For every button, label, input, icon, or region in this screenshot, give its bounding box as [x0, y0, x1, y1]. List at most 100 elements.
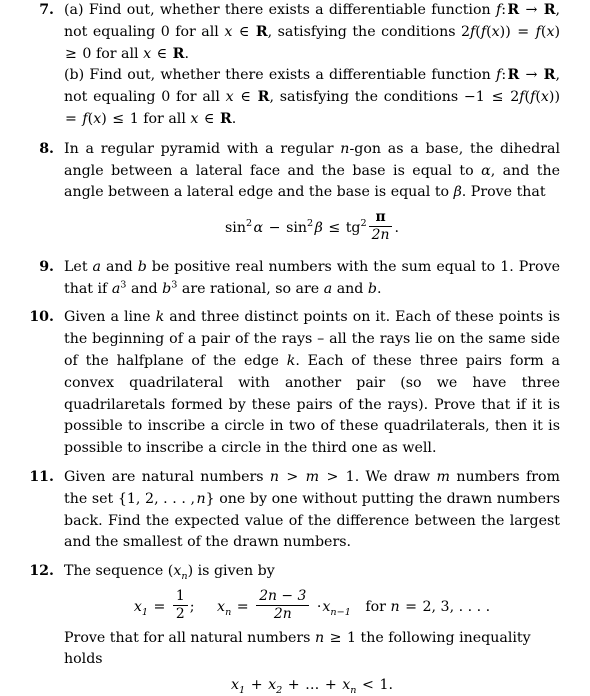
- math-n: n: [269, 468, 280, 485]
- problem-11-paragraph: Given are natural numbers n > m > 1. We …: [64, 467, 560, 554]
- math-a: a: [92, 258, 101, 275]
- math-subscript-n: n: [225, 606, 232, 618]
- math-arrow: →: [525, 67, 538, 84]
- math-a: a: [323, 280, 333, 297]
- math-subscript-n-minus-1: n−1: [330, 606, 351, 618]
- math-paren-close: ): [187, 563, 194, 580]
- problem-11-text-6: Find the expected value of the differenc…: [64, 512, 560, 551]
- math-R: R: [219, 110, 232, 127]
- problem-7a-text-4: , satisfying the conditions: [267, 23, 456, 40]
- math-x: x: [190, 110, 199, 127]
- problem-9-text-1: Let: [64, 258, 88, 275]
- problem-8-paragraph: In a regular pyramid with a regular n-go…: [64, 139, 560, 204]
- math-greater-than: >: [286, 468, 299, 485]
- math-ellipsis: , . . . ,: [154, 490, 196, 507]
- math-b: b: [162, 280, 172, 297]
- math-x: x: [225, 89, 234, 106]
- problem-12: 12. The sequence (xn) is given by x1 = 1…: [0, 561, 590, 695]
- math-semicolon: ;: [189, 598, 195, 615]
- problem-separator: [0, 554, 590, 561]
- math-colon: :: [501, 2, 506, 18]
- math-paren-close: ): [101, 110, 107, 127]
- math-sin: sin: [225, 220, 246, 237]
- math-equals: =: [517, 23, 530, 40]
- problem-separator: [0, 300, 590, 307]
- math-pi: π: [375, 209, 386, 226]
- math-less-than: <: [362, 677, 374, 694]
- part-label-a: (a): [64, 2, 84, 18]
- problem-9-text-5: and: [130, 280, 158, 297]
- problem-12-text-1: The sequence: [64, 563, 164, 580]
- math-element-of: ∈: [238, 23, 250, 40]
- math-one: 1: [347, 629, 357, 646]
- math-R: R: [255, 23, 268, 40]
- math-m: m: [436, 468, 450, 485]
- problem-9-text-2: and: [106, 258, 133, 275]
- math-fraction-recurrence: 2n − 3 2n: [256, 588, 310, 623]
- math-minus-one: −1: [463, 89, 485, 106]
- problem-9-text-4: if: [97, 280, 108, 297]
- math-equals: =: [405, 598, 417, 615]
- math-n: n: [314, 629, 325, 646]
- math-period: .: [394, 220, 399, 237]
- math-fraction-one-half: 12: [172, 587, 188, 623]
- math-x: x: [217, 598, 226, 615]
- math-x: x: [540, 89, 549, 106]
- math-subscript-2: 2: [276, 685, 283, 696]
- math-exponent-2: 2: [360, 218, 367, 230]
- math-equals: =: [236, 598, 249, 615]
- problem-8-display-equation: sin2 α − sin2 β ≤ tg2 π 2n.: [64, 209, 560, 244]
- math-R-codomain: R: [543, 2, 556, 18]
- problem-8: 8. In a regular pyramid with a regular n…: [0, 139, 590, 244]
- math-k: k: [155, 309, 165, 326]
- problem-7-body: (a) Find out, whether there exists a dif…: [64, 0, 560, 131]
- math-one: 1: [129, 110, 139, 127]
- problem-10-paragraph: Given a line k and three distinct points…: [64, 307, 560, 460]
- problem-11-text-4: set: [91, 490, 114, 507]
- problem-12-number: 12.: [29, 563, 54, 580]
- math-numerator-1: 1: [175, 587, 185, 604]
- math-alpha: α: [253, 220, 264, 237]
- math-beta: β: [314, 220, 323, 237]
- math-element-of: ∈: [240, 89, 251, 106]
- problem-9-text-7: and: [336, 280, 364, 297]
- math-plus: +: [324, 677, 337, 694]
- math-plus: +: [250, 677, 263, 694]
- problem-separator: [0, 460, 590, 467]
- problem-7b-text-2: ,: [555, 67, 560, 84]
- problem-10: 10. Given a line k and three distinct po…: [0, 307, 590, 460]
- math-x: x: [491, 23, 500, 40]
- problem-12-display-equation-1: x1 = 1 2; xn = 2n − 3 2n ·xn−1 for n = 2, …: [64, 587, 560, 623]
- problem-12-text-2: is given by: [197, 563, 275, 580]
- math-geq: ≥: [329, 629, 342, 646]
- math-x: x: [143, 45, 152, 62]
- problem-7-number: 7.: [39, 2, 54, 18]
- problem-10-number: 10.: [29, 309, 54, 326]
- math-x: x: [231, 677, 240, 694]
- math-leq: ≤: [112, 110, 125, 127]
- math-arrow: →: [525, 2, 538, 18]
- math-n: n: [390, 598, 400, 615]
- math-paren-close: ): [505, 23, 511, 40]
- math-sin: sin: [286, 220, 308, 237]
- math-plus: +: [287, 677, 300, 694]
- problem-7: 7. (a) Find out, whether there exists a …: [0, 0, 590, 131]
- math-period: .: [388, 677, 393, 694]
- math-coeff-2: 2: [461, 23, 471, 40]
- problem-7a-text-6: .: [184, 45, 189, 62]
- math-exponent-2: 2: [245, 218, 253, 230]
- math-R: R: [257, 89, 270, 106]
- problem-12-body: The sequence (xn) is given by x1 = 1 2; x…: [64, 561, 560, 695]
- math-colon: :: [501, 67, 507, 84]
- math-element-of: ∈: [203, 110, 215, 127]
- math-R-codomain: R: [543, 67, 556, 84]
- math-exponent-2: 2: [307, 218, 314, 230]
- math-set-open: {: [117, 490, 127, 507]
- math-alpha: α: [481, 162, 491, 179]
- problem-11: 11. Given are natural numbers n > m > 1.…: [0, 467, 590, 554]
- math-ellipsis: …: [305, 677, 320, 694]
- problem-7b-text-1: Find out, whether there exists a differe…: [89, 67, 491, 84]
- problem-7a-text-3: equaling 0 for all: [92, 23, 219, 40]
- problem-9-text-8: .: [377, 280, 382, 297]
- math-x: x: [224, 23, 233, 40]
